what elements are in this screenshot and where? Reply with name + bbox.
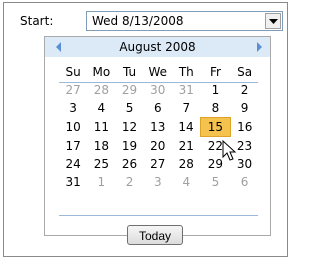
day-cell[interactable]: 17 (59, 137, 87, 156)
start-date-field[interactable]: Wed 8/13/2008 (86, 11, 283, 31)
day-cell[interactable]: 1 (201, 81, 230, 99)
caret-down-icon (269, 19, 278, 24)
dropdown-button[interactable] (265, 13, 281, 29)
day-cell[interactable]: 27 (144, 155, 172, 173)
day-cell[interactable]: 28 (172, 155, 201, 173)
day-cell[interactable]: 24 (59, 155, 87, 173)
week-row: 3456789 (59, 99, 259, 118)
weekday-label: We (148, 65, 168, 79)
day-cell[interactable]: 11 (87, 118, 115, 137)
day-cell[interactable]: 25 (87, 155, 115, 173)
day-cell[interactable]: 5 (115, 99, 143, 118)
day-cell[interactable]: 21 (172, 137, 201, 156)
weekday-label: Su (65, 65, 81, 79)
weekday-divider (59, 82, 258, 83)
weekday-label: Th (178, 65, 194, 79)
day-cell[interactable]: 1 (87, 173, 115, 191)
day-cell[interactable]: 7 (172, 99, 201, 118)
selected-day-cell[interactable]: 15 (200, 117, 231, 137)
today-button[interactable]: Today (127, 225, 183, 245)
day-cell[interactable]: 14 (172, 118, 201, 137)
weekday-label: Tu (122, 65, 137, 79)
weekday-label: Mo (92, 65, 111, 79)
day-cell[interactable]: 6 (230, 173, 259, 191)
weekday-label: Sa (237, 65, 253, 79)
day-cell[interactable]: 4 (87, 99, 115, 118)
day-cell[interactable]: 2 (115, 173, 143, 191)
day-cell[interactable]: 26 (115, 155, 143, 173)
day-cell[interactable]: 20 (144, 137, 172, 156)
day-cell[interactable]: 30 (144, 81, 172, 99)
weekday-label: Fr (209, 65, 221, 79)
day-cell[interactable]: 10 (59, 118, 87, 137)
chevron-right-icon[interactable] (254, 42, 264, 52)
day-cell[interactable]: 18 (87, 137, 115, 156)
mouse-pointer-icon (222, 140, 237, 161)
day-cell[interactable]: 4 (172, 173, 201, 191)
week-row: 31 1 2 3 4 5 6 (59, 173, 259, 191)
week-row: 10 11 12 13 14 15 16 (59, 117, 259, 137)
calendar-popup: August 2008 Su Mo Tu We Th Fr Sa 27 28 29 30 31 1 2 3 4… (44, 36, 271, 245)
day-cell[interactable]: 28 (87, 81, 115, 99)
day-cell[interactable]: 8 (201, 99, 230, 118)
day-cell[interactable]: 31 (59, 173, 87, 191)
day-cell[interactable]: 3 (59, 99, 87, 118)
day-cell[interactable]: 27 (59, 81, 87, 99)
day-cell[interactable]: 5 (201, 173, 230, 191)
day-cell[interactable]: 13 (144, 118, 172, 137)
calendar-header: August 2008 (45, 37, 270, 57)
day-cell[interactable]: 29 (115, 81, 143, 99)
day-cell[interactable]: 12 (115, 118, 143, 137)
start-date-value: Wed 8/13/2008 (92, 14, 184, 28)
month-title: August 2008 (119, 40, 196, 54)
start-label: Start: (20, 14, 54, 28)
day-cell[interactable]: 2 (230, 81, 259, 99)
day-cell[interactable]: 19 (115, 137, 143, 156)
day-cell[interactable]: 6 (144, 99, 172, 118)
bottom-divider (59, 215, 258, 216)
weekday-header-row: Su Mo Tu We Th Fr Sa (59, 63, 259, 81)
day-cell[interactable]: 3 (144, 173, 172, 191)
day-cell[interactable]: 31 (172, 81, 201, 99)
week-row: 27 28 29 30 31 1 2 (59, 81, 259, 99)
day-cell[interactable]: 9 (230, 99, 259, 118)
day-cell[interactable]: 16 (230, 118, 259, 137)
